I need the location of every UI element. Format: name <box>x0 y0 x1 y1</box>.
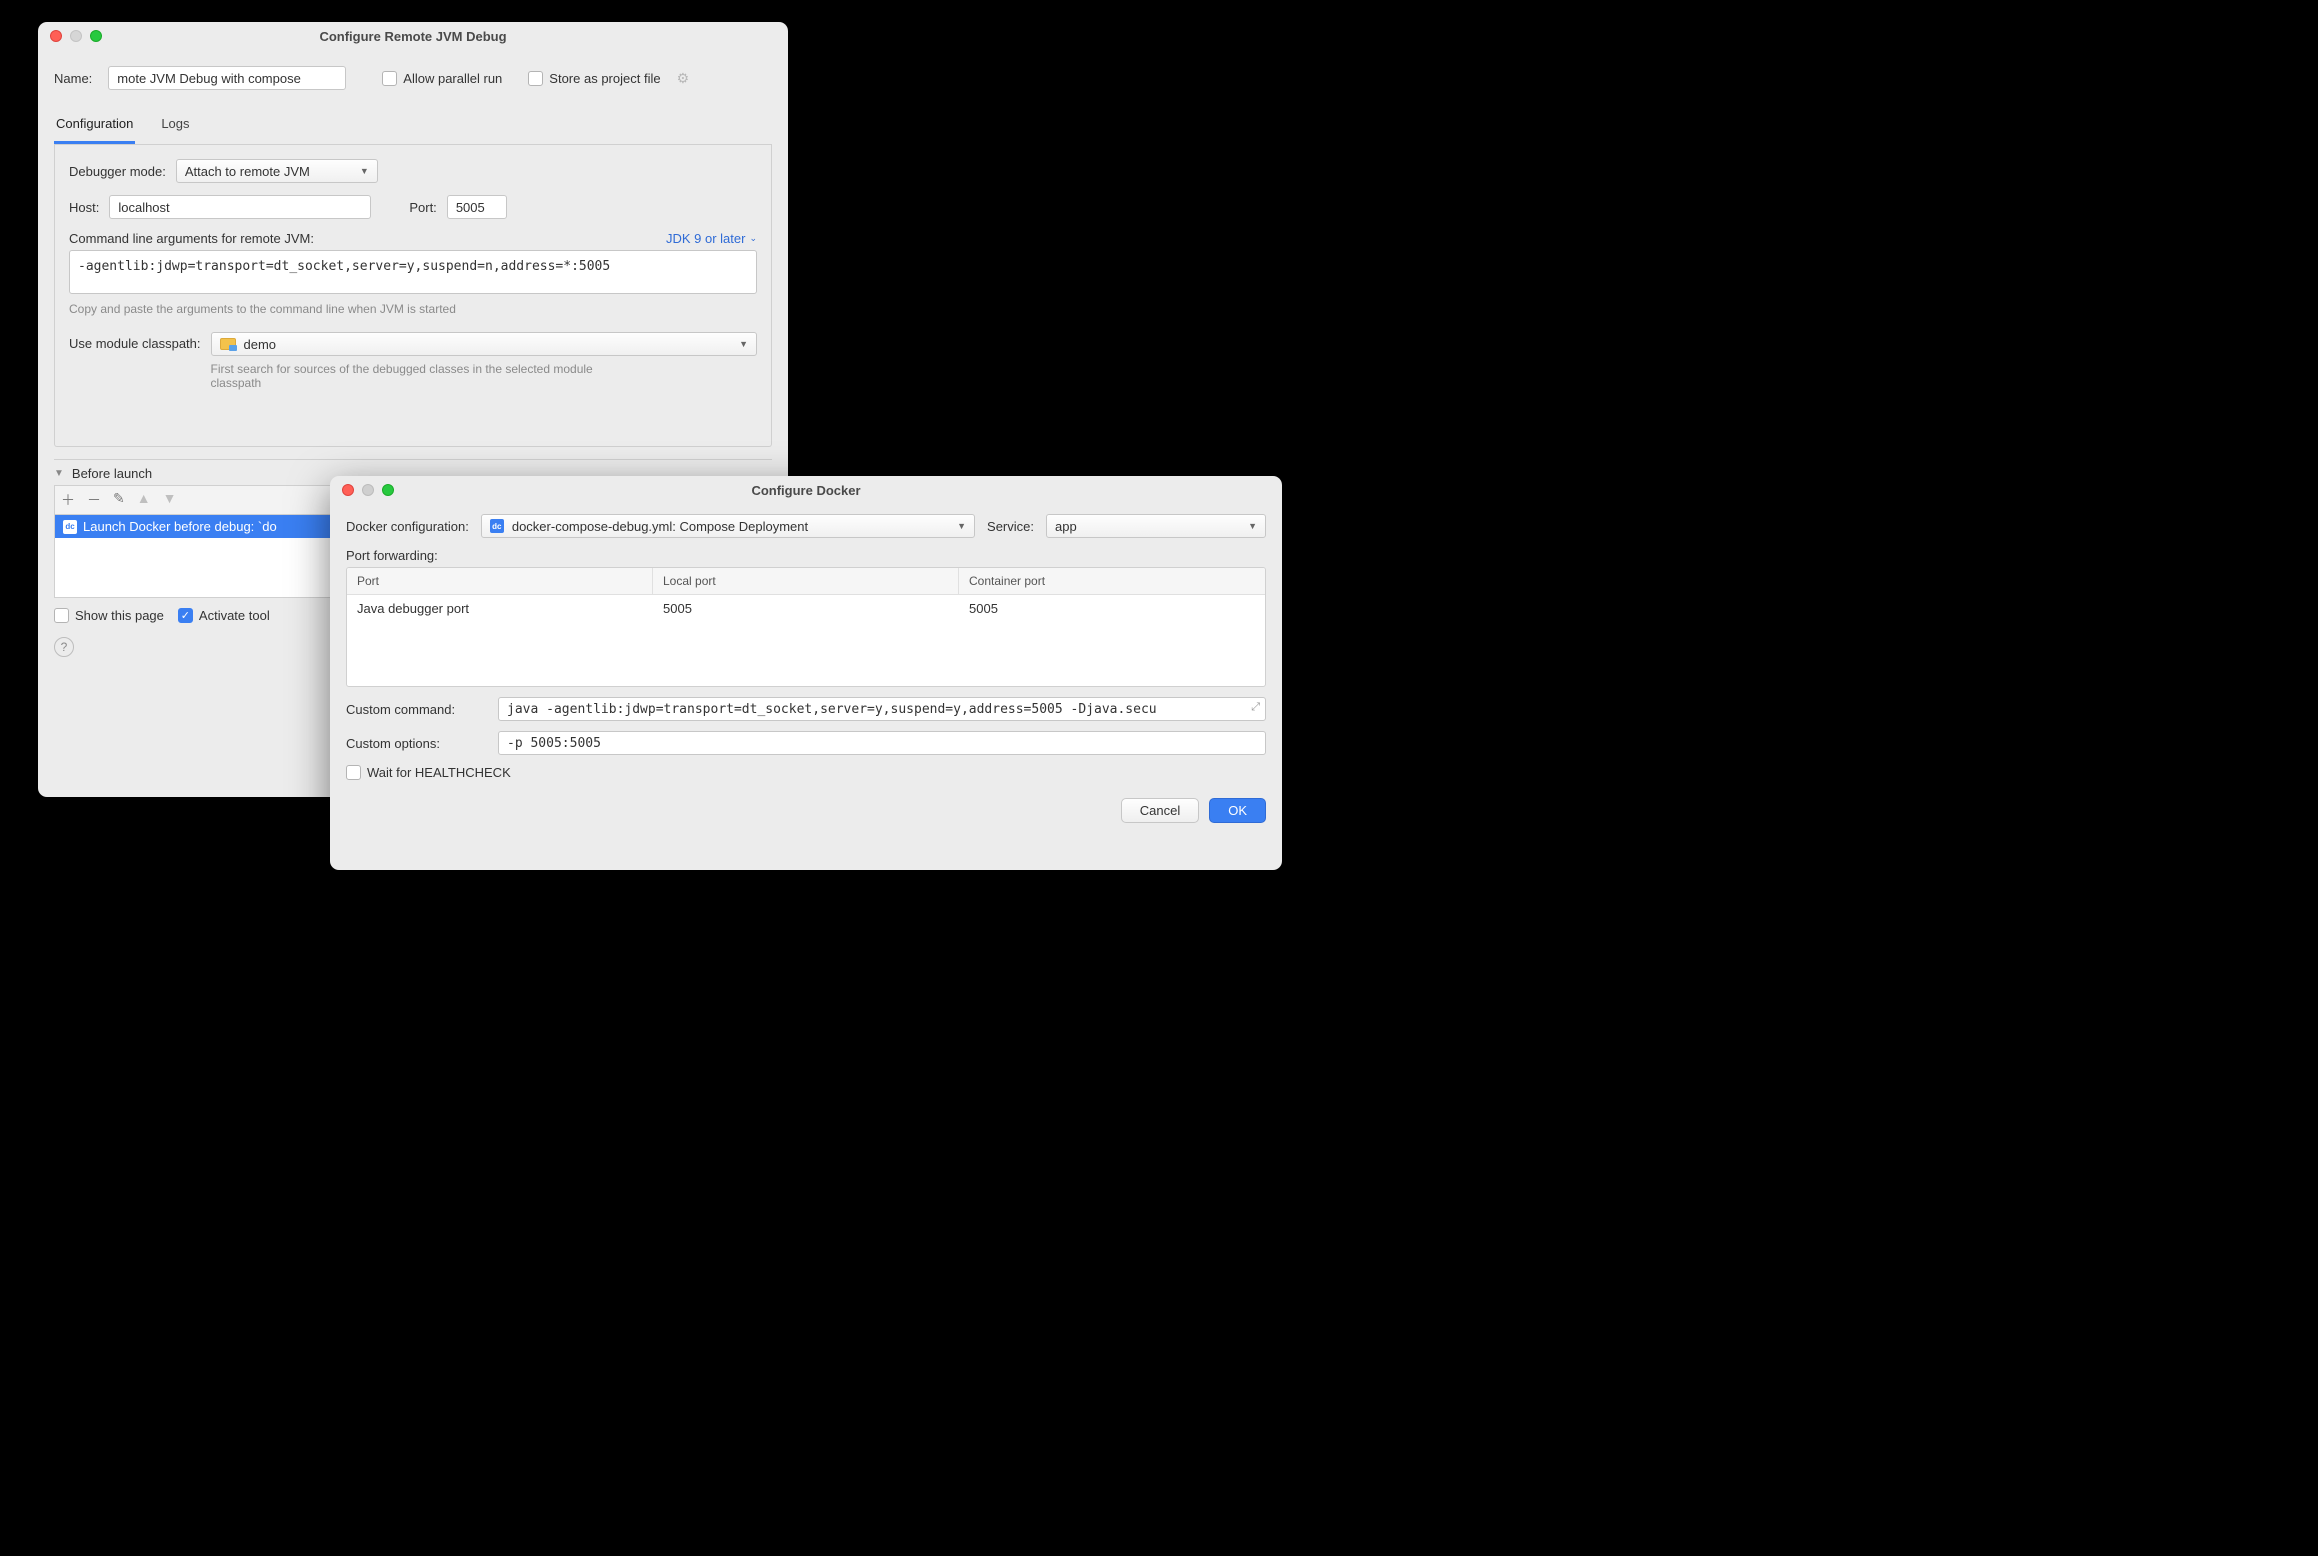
expand-icon[interactable]: ⤢ <box>1251 701 1260 714</box>
tab-configuration[interactable]: Configuration <box>54 108 135 144</box>
classpath-hint: First search for sources of the debugged… <box>211 362 611 390</box>
show-this-page-checkbox[interactable]: Show this page <box>54 608 164 623</box>
col-local: Local port <box>653 568 959 594</box>
window-title: Configure Remote JVM Debug <box>38 29 788 44</box>
host-label: Host: <box>69 200 99 215</box>
docker-compose-icon: dc <box>63 520 77 534</box>
port-input[interactable] <box>447 195 507 219</box>
col-container: Container port <box>959 568 1265 594</box>
move-up-icon[interactable]: ▲ <box>137 490 151 510</box>
name-label: Name: <box>54 71 92 86</box>
classpath-label: Use module classpath: <box>69 332 201 351</box>
name-input[interactable] <box>108 66 346 90</box>
custom-command-input[interactable] <box>498 697 1266 721</box>
host-input[interactable] <box>109 195 371 219</box>
module-icon <box>220 338 236 350</box>
table-row[interactable]: Java debugger port 5005 5005 <box>347 595 1265 622</box>
debugger-mode-label: Debugger mode: <box>69 164 166 179</box>
custom-command-label: Custom command: <box>346 702 486 717</box>
help-icon[interactable]: ? <box>54 637 74 657</box>
add-icon[interactable]: ＋ <box>61 490 75 510</box>
docker-config-label: Docker configuration: <box>346 519 469 534</box>
docker-config-select[interactable]: dc docker-compose-debug.yml: Compose Dep… <box>481 514 975 538</box>
docker-compose-icon: dc <box>490 519 504 533</box>
cli-hint: Copy and paste the arguments to the comm… <box>69 302 757 316</box>
activate-tool-checkbox[interactable]: ✓Activate tool <box>178 608 270 623</box>
cli-args-label: Command line arguments for remote JVM: <box>69 231 314 246</box>
traffic-lights <box>330 484 394 496</box>
edit-icon[interactable]: ✎ <box>113 490 125 510</box>
traffic-lights <box>38 30 102 42</box>
gear-icon[interactable]: ⚙ <box>677 70 690 87</box>
store-as-file-checkbox[interactable]: Store as project file <box>528 71 660 86</box>
ok-button[interactable]: OK <box>1209 798 1266 823</box>
zoom-icon[interactable] <box>382 484 394 496</box>
service-label: Service: <box>987 519 1034 534</box>
cli-args-field[interactable]: -agentlib:jdwp=transport=dt_socket,serve… <box>69 250 757 294</box>
remove-icon[interactable]: － <box>87 490 101 510</box>
window-title: Configure Docker <box>330 483 1282 498</box>
port-forward-label: Port forwarding: <box>346 548 438 563</box>
jdk-version-select[interactable]: JDK 9 or later ⌄ <box>666 231 757 246</box>
titlebar: Configure Remote JVM Debug <box>38 22 788 50</box>
debugger-mode-select[interactable]: Attach to remote JVM▼ <box>176 159 378 183</box>
minimize-icon[interactable] <box>362 484 374 496</box>
titlebar: Configure Docker <box>330 476 1282 504</box>
chevron-down-icon: ▼ <box>54 468 64 479</box>
close-icon[interactable] <box>50 30 62 42</box>
cancel-button[interactable]: Cancel <box>1121 798 1199 823</box>
minimize-icon[interactable] <box>70 30 82 42</box>
port-label: Port: <box>409 200 436 215</box>
custom-options-input[interactable] <box>498 731 1266 755</box>
configure-docker-window: Configure Docker Docker configuration: d… <box>330 476 1282 870</box>
move-down-icon[interactable]: ▼ <box>163 490 177 510</box>
wait-healthcheck-checkbox[interactable]: Wait for HEALTHCHECK <box>346 765 1266 780</box>
classpath-select[interactable]: demo ▼ <box>211 332 757 356</box>
col-port: Port <box>347 568 653 594</box>
custom-options-label: Custom options: <box>346 736 486 751</box>
allow-parallel-checkbox[interactable]: Allow parallel run <box>382 71 502 86</box>
service-select[interactable]: app▼ <box>1046 514 1266 538</box>
port-forward-table: Port Local port Container port Java debu… <box>346 567 1266 687</box>
zoom-icon[interactable] <box>90 30 102 42</box>
close-icon[interactable] <box>342 484 354 496</box>
tab-logs[interactable]: Logs <box>159 108 191 144</box>
